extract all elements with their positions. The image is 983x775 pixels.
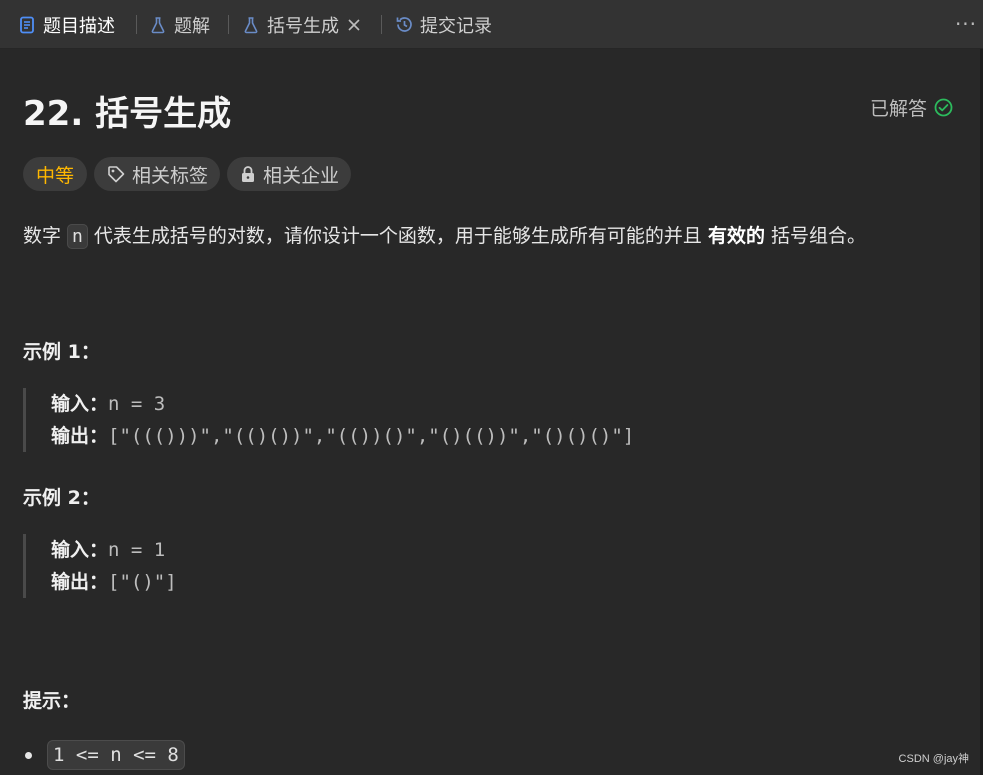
problem-title: 22. 括号生成	[23, 94, 232, 134]
example-heading: 示例 2：	[23, 487, 100, 509]
related-tags-button[interactable]: 相关标签	[94, 157, 221, 191]
tab-description[interactable]: 题目描述	[17, 0, 115, 49]
solved-status: 已解答	[870, 94, 953, 121]
output-value: ["((()))","(()())","(())()","()(())","()…	[108, 425, 635, 447]
description-icon	[17, 15, 37, 35]
related-companies-button[interactable]: 相关企业	[227, 157, 352, 191]
check-circle-icon	[934, 98, 953, 117]
output-label: 输出：	[51, 571, 109, 593]
tab-solutions[interactable]: 题解	[148, 0, 210, 49]
tab-label: 题目描述	[43, 15, 115, 37]
tag-icon	[106, 164, 126, 184]
input-value: n = 1	[108, 539, 166, 561]
input-label: 输入：	[51, 539, 109, 561]
description-text: 代表生成括号的对数，请你设计一个函数，用于能够生成所有可能的并且	[87, 225, 708, 247]
tab-label: 括号生成	[267, 15, 339, 37]
example-input: 输入：n = 1	[51, 534, 783, 566]
watermark: CSDN @jay神	[898, 753, 969, 765]
more-options-icon[interactable]: ···	[953, 10, 979, 38]
constraint-code: 1 <= n <= 8	[47, 740, 185, 770]
difficulty-badge[interactable]: 中等	[23, 157, 88, 191]
input-value: n = 3	[108, 393, 166, 415]
related-tags-label: 相关标签	[132, 164, 209, 187]
lock-icon	[239, 165, 257, 183]
tab-code[interactable]: 括号生成	[241, 0, 361, 49]
history-icon	[394, 15, 414, 35]
tab-submissions[interactable]: 提交记录	[394, 0, 492, 49]
example-input: 输入：n = 3	[51, 388, 783, 420]
output-label: 输出：	[51, 425, 109, 447]
close-icon[interactable]	[347, 18, 361, 32]
output-value: ["()"]	[108, 571, 177, 593]
inline-code: n	[67, 224, 88, 249]
example-heading: 示例 1：	[23, 341, 100, 363]
example-output: 输出：["()"]	[51, 566, 783, 598]
problem-description: 数字 n 代表生成括号的对数，请你设计一个函数，用于能够生成所有可能的并且 有效…	[23, 220, 866, 253]
description-text: 数字	[23, 225, 68, 247]
input-label: 输入：	[51, 393, 109, 415]
tab-label: 题解	[174, 15, 210, 37]
description-bold: 有效的	[707, 225, 765, 247]
flask-icon	[148, 15, 168, 35]
problem-chips: 中等 相关标签 相关企业	[23, 157, 352, 191]
description-text: 括号组合。	[765, 225, 867, 247]
solved-label: 已解答	[869, 98, 927, 120]
example-output: 输出：["((()))","(()())","(())()","()(())",…	[51, 420, 783, 452]
tab-bar: 题目描述 题解 括号生成 提交记录 ···	[0, 0, 983, 49]
example-block: 输入：n = 3 输出：["((()))","(()())","(())()",…	[23, 388, 783, 452]
hints-heading: 提示：	[23, 690, 81, 712]
list-item: 1 <= n <= 8	[25, 740, 185, 770]
bullet-icon	[25, 751, 32, 759]
related-companies-label: 相关企业	[263, 164, 340, 187]
tab-divider	[228, 15, 229, 34]
tab-label: 提交记录	[420, 15, 492, 37]
example-block: 输入：n = 1 输出：["()"]	[23, 534, 783, 598]
tab-divider	[136, 15, 137, 34]
tab-divider	[381, 15, 382, 34]
flask-icon	[241, 15, 261, 35]
